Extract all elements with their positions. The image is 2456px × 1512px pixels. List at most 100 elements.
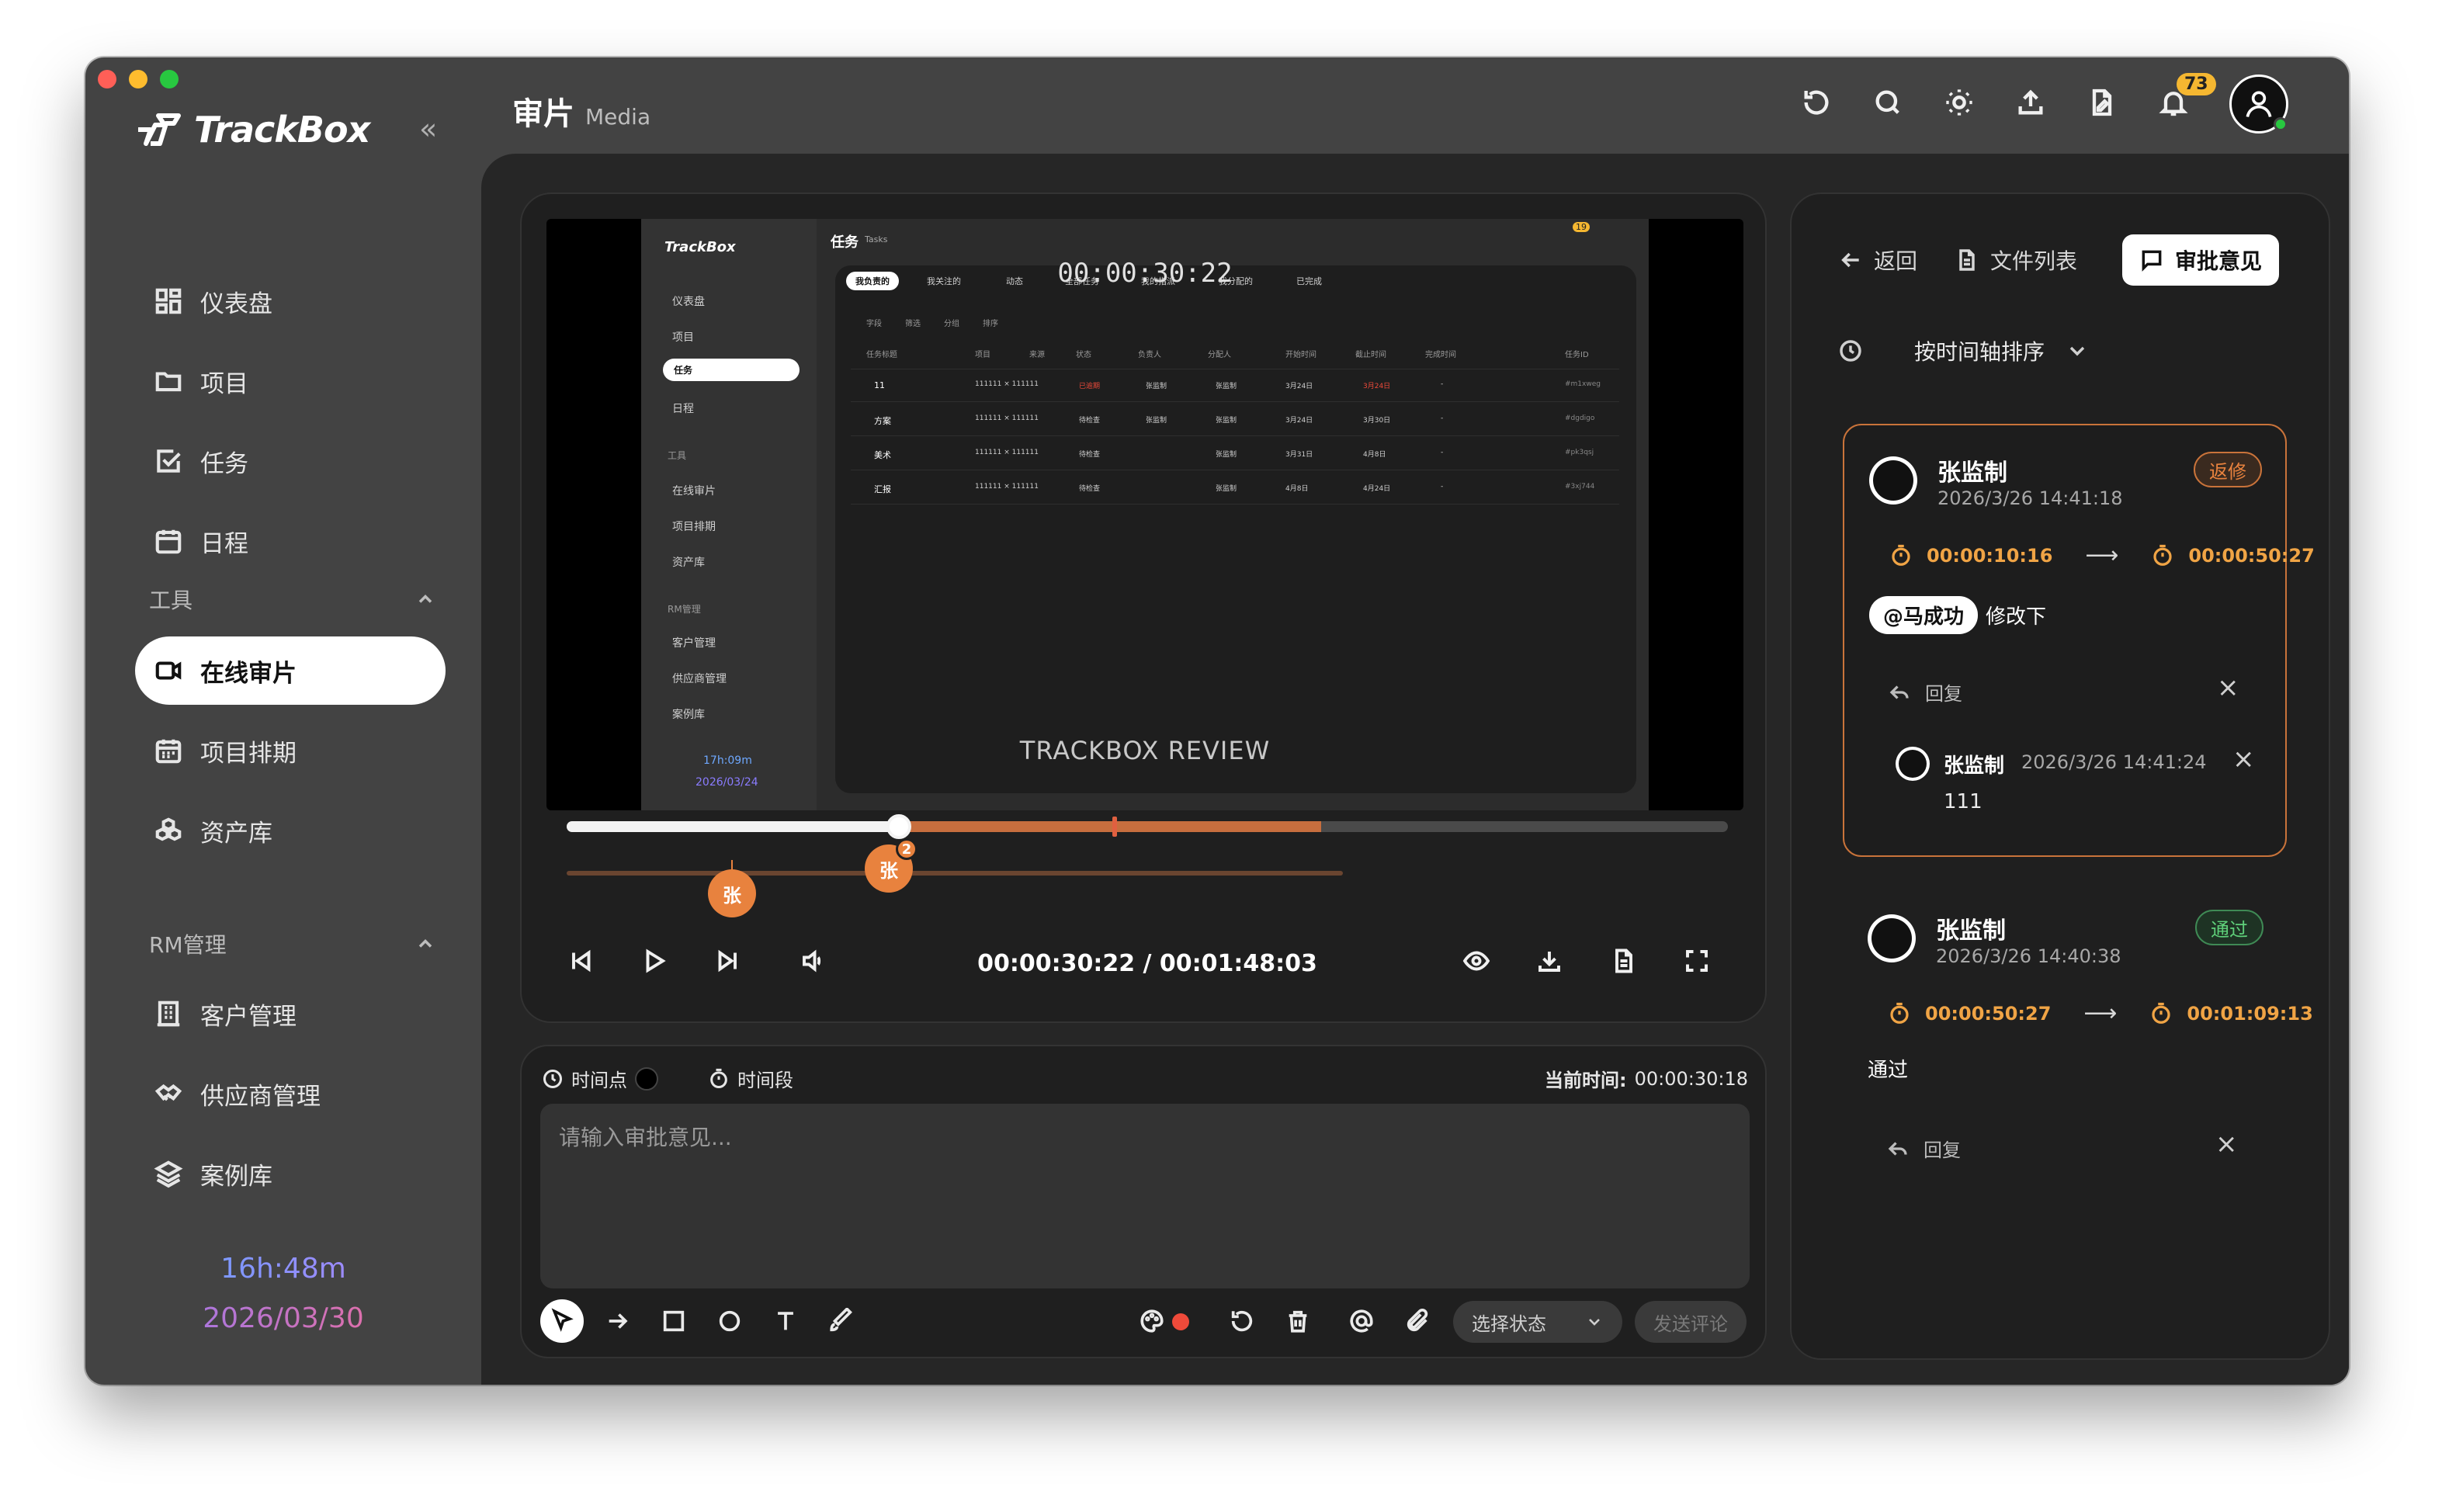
status-badge: 返修 xyxy=(2194,452,2262,487)
sidebar-item-online-review[interactable]: 在线审片 xyxy=(135,636,446,705)
review-comment-card[interactable]: 张监制 2026/3/26 14:41:18 返修 00:00:10:16 ⟶ … xyxy=(1843,424,2315,857)
tab-label: 返回 xyxy=(1874,248,1918,274)
file-edit-icon xyxy=(2092,88,2112,116)
sidebar-item-scheduling[interactable]: 项目排期 xyxy=(135,716,446,785)
sidebar-item-label: 项目排期 xyxy=(200,739,297,768)
review-comments-tab[interactable]: 审批意见 xyxy=(2122,234,2280,286)
clock-icon xyxy=(1840,340,1861,362)
sidebar-item-dashboard[interactable]: 仪表盘 xyxy=(135,267,446,335)
upload-button[interactable] xyxy=(2015,87,2046,121)
app-logo[interactable]: TrackBox xyxy=(135,109,370,151)
refresh-icon xyxy=(1804,90,1829,115)
video-viewport[interactable]: TrackBox 仪表盘 项目 任务 日程 工具 在线审片 项目排期 资产库 R… xyxy=(546,219,1743,810)
file-edit-button[interactable] xyxy=(2087,87,2118,121)
reply-button[interactable]: 回复 xyxy=(1888,678,1962,706)
brush-tool-button[interactable] xyxy=(820,1299,863,1343)
mode-timepoint-tab[interactable]: 时间点 xyxy=(542,1065,658,1092)
comment-body: @马成功 修改下 xyxy=(1869,596,2046,634)
review-panel: 返回 文件列表 审批意见 按时间轴排序 张监制 2026/3/26 14:41:… xyxy=(1790,192,2330,1360)
sidebar-item-tasks[interactable]: 任务 xyxy=(135,427,446,495)
frame-cell: 待检查 xyxy=(1079,451,1101,459)
attach-button[interactable] xyxy=(1396,1299,1439,1343)
trash-icon xyxy=(1289,1310,1307,1333)
reply-date: 2026/3/26 14:41:24 xyxy=(2021,751,2207,773)
frame-table-row: 11 111111 × 111111 已逾期 张监制 张监制 3月24日 3月2… xyxy=(851,374,1619,402)
clock-icon xyxy=(543,1069,563,1088)
folder-icon xyxy=(155,372,182,392)
send-comment-button[interactable]: 发送评论 xyxy=(1635,1301,1747,1343)
undo-button[interactable] xyxy=(1220,1299,1264,1343)
comment-time-range[interactable]: 00:00:10:16 ⟶ 00:00:50:27 xyxy=(1889,542,2315,569)
frame-badge: 19 xyxy=(1573,222,1590,232)
mention-button[interactable] xyxy=(1340,1299,1383,1343)
comment-marker[interactable]: 张 xyxy=(708,869,756,917)
theme-toggle-button[interactable] xyxy=(1944,87,1975,121)
color-picker-button[interactable] xyxy=(1130,1299,1174,1343)
sort-label: 按时间轴排序 xyxy=(1914,339,2045,365)
topbar-actions: 73 xyxy=(1801,73,2288,134)
layers-icon xyxy=(154,1160,183,1188)
delete-button[interactable] xyxy=(1276,1299,1320,1343)
select-tool-button[interactable] xyxy=(540,1299,584,1343)
collapse-sidebar-icon[interactable]: « xyxy=(419,112,437,146)
user-avatar[interactable] xyxy=(2229,75,2288,134)
sun-icon xyxy=(1946,89,1972,116)
arrow-tool-button[interactable] xyxy=(596,1299,640,1343)
range-end: 00:01:09:13 xyxy=(2187,1002,2313,1025)
frame-cell: 111111 × 111111 xyxy=(975,449,1039,456)
sidebar-item-projects[interactable]: 项目 xyxy=(135,347,446,415)
checkbox-icon xyxy=(157,449,181,473)
chevron-up-icon xyxy=(418,939,432,948)
selected-color-swatch[interactable] xyxy=(1172,1313,1189,1330)
comment-time-range[interactable]: 00:00:50:27 ⟶ 00:01:09:13 xyxy=(1888,1000,2313,1027)
square-icon xyxy=(663,1310,685,1332)
sidebar-item-clients[interactable]: 客户管理 xyxy=(135,980,446,1048)
mode-timerange-tab[interactable]: 时间段 xyxy=(708,1065,793,1092)
status-select-label: 选择状态 xyxy=(1472,1313,1546,1335)
playhead-handle[interactable] xyxy=(886,814,911,839)
mode-toggle[interactable] xyxy=(635,1066,658,1091)
reply-button[interactable]: 回复 xyxy=(1886,1135,1961,1162)
frame-cell: #pk3qsj xyxy=(1565,449,1594,456)
search-button[interactable] xyxy=(1872,87,1903,121)
frame-cell: #3xj744 xyxy=(1565,483,1595,491)
sidebar-section-rm[interactable]: RM管理 xyxy=(149,928,436,959)
files-tab[interactable]: 文件列表 xyxy=(1955,234,2077,286)
rectangle-tool-button[interactable] xyxy=(652,1299,696,1343)
frame-cell: - xyxy=(1441,380,1444,388)
stopwatch-icon xyxy=(1890,1002,1909,1024)
text-tool-button[interactable] xyxy=(764,1299,807,1343)
review-comment-card[interactable]: 张监制 2026/3/26 14:40:38 通过 00:00:50:27 ⟶ … xyxy=(1843,883,2313,1163)
video-progress-bar[interactable] xyxy=(567,814,1728,839)
stopwatch-icon xyxy=(1892,544,1910,566)
frame-filter: 排序 xyxy=(983,320,998,328)
status-select[interactable]: 选择状态 xyxy=(1453,1301,1622,1343)
refresh-button[interactable] xyxy=(1801,87,1832,121)
sidebar-item-label: 资产库 xyxy=(200,819,272,848)
frame-header: 来源 xyxy=(1029,351,1045,359)
status-badge: 通过 xyxy=(2195,910,2263,945)
circle-tool-button[interactable] xyxy=(708,1299,751,1343)
sidebar-section-tools[interactable]: 工具 xyxy=(149,584,436,615)
close-reply-icon[interactable]: × xyxy=(2217,672,2239,703)
comment-marker-track: 张 张 2 xyxy=(567,838,1343,917)
sidebar-item-schedule[interactable]: 日程 xyxy=(135,507,446,575)
commenter-name: 张监制 xyxy=(1936,917,2006,945)
review-comment-input[interactable] xyxy=(540,1104,1750,1288)
sidebar-item-assets[interactable]: 资产库 xyxy=(135,796,446,865)
mention-chip[interactable]: @马成功 xyxy=(1869,596,1979,634)
notifications-button[interactable]: 73 xyxy=(2158,73,2216,121)
stopwatch-icon xyxy=(2152,1002,2171,1024)
delete-reply-icon[interactable]: × xyxy=(2232,744,2255,775)
sidebar-item-suppliers[interactable]: 供应商管理 xyxy=(135,1059,446,1128)
frame-cell: - xyxy=(1441,449,1444,456)
comment-text: 通过 xyxy=(1868,1059,1909,1082)
sort-dropdown[interactable]: 按时间轴排序 xyxy=(1838,335,2090,366)
frame-logo: TrackBox xyxy=(664,239,736,255)
comment-marker[interactable]: 张 2 xyxy=(865,838,918,893)
sidebar-item-cases[interactable]: 案例库 xyxy=(135,1139,446,1208)
back-tab[interactable]: 返回 xyxy=(1838,234,1917,286)
close-reply-icon[interactable]: × xyxy=(2215,1129,2238,1160)
comment-text: 修改下 xyxy=(1986,605,2047,629)
frame-nav-item: 客户管理 xyxy=(672,637,716,650)
